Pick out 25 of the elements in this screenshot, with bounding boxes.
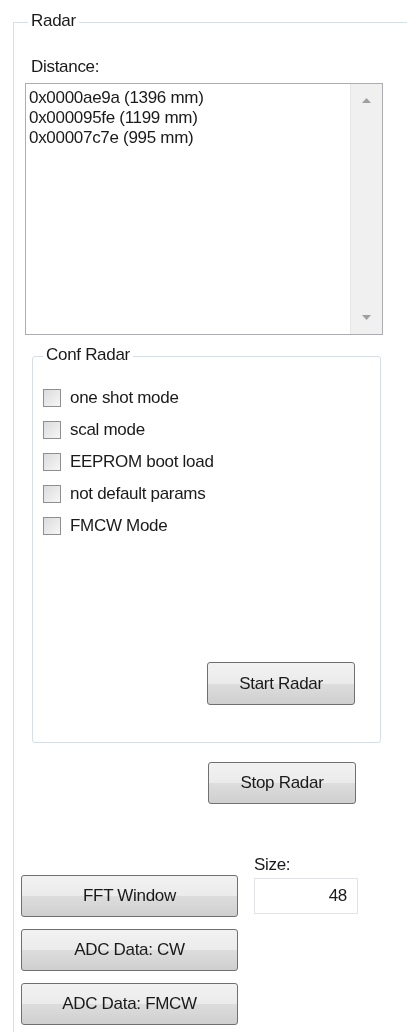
size-field[interactable]: 48 — [254, 878, 358, 914]
checkbox-label[interactable]: one shot mode — [70, 388, 179, 408]
fft-window-button[interactable]: FFT Window — [21, 875, 238, 917]
adc-data-button[interactable]: ADC Data: CW — [21, 929, 238, 971]
size-label: Size: — [254, 855, 292, 875]
distance-label: Distance: — [31, 57, 101, 77]
checkbox[interactable] — [43, 485, 61, 503]
stop-button[interactable]: Stop Radar — [208, 762, 356, 804]
checkbox-label[interactable]: not default params — [70, 484, 206, 504]
distance-list[interactable]: 0x0000ae9a (1396 mm) 0x000095fe (1199 mm) 0x00007c7e (995 mm) — [25, 83, 383, 335]
checkbox[interactable] — [43, 517, 61, 535]
list-item[interactable]: 0x00007c7e (995 mm) — [29, 128, 194, 148]
checkbox[interactable] — [43, 453, 61, 471]
scroll-down-icon[interactable] — [362, 315, 371, 320]
checkbox[interactable] — [43, 421, 61, 439]
list-item[interactable]: 0x000095fe (1199 mm) — [29, 108, 198, 128]
scrollbar[interactable] — [350, 84, 382, 334]
list-item[interactable]: 0x0000ae9a (1396 mm) — [29, 88, 204, 108]
adc-data-button[interactable]: ADC Data: FMCW — [21, 983, 238, 1025]
start-button[interactable]: Start Radar — [207, 662, 355, 705]
checkbox-label[interactable]: FMCW Mode — [70, 516, 168, 536]
checkbox[interactable] — [43, 389, 61, 407]
checkbox-label[interactable]: EEPROM boot load — [70, 452, 214, 472]
scroll-up-icon[interactable] — [362, 98, 371, 103]
checkbox-label[interactable]: scal mode — [70, 420, 145, 440]
